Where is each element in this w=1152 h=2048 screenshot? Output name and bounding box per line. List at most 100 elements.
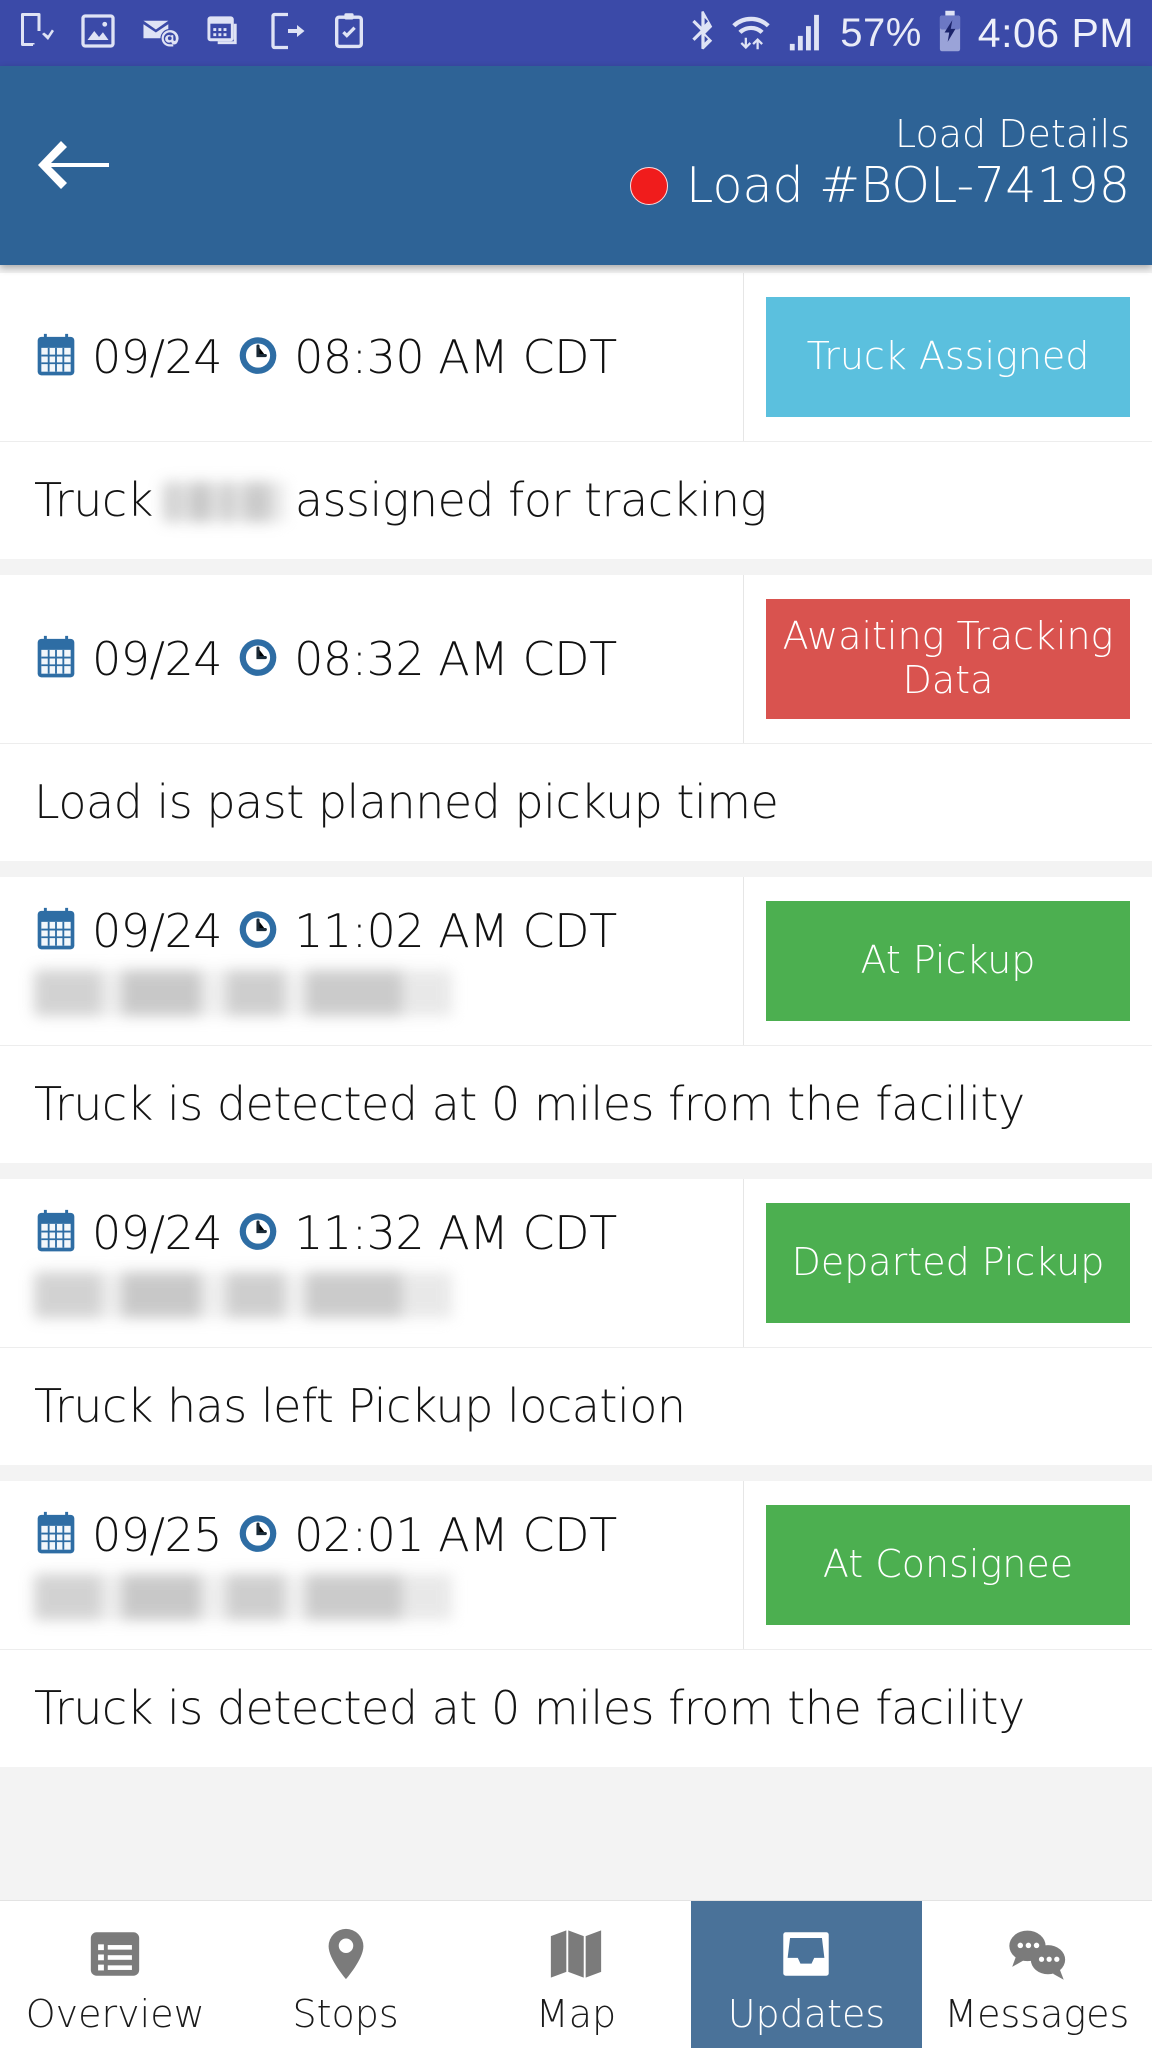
phone-arrow-icon xyxy=(270,11,306,55)
nav-item-label: Messages xyxy=(944,1991,1130,2036)
status-dot-icon xyxy=(630,167,669,206)
event-datetime-block: 09/24 08:30 AM CDT xyxy=(0,273,744,441)
calendar-icon xyxy=(34,1208,78,1258)
event-description: Truck assigned for tracking xyxy=(34,475,767,526)
updates-list[interactable]: 09/24 08:30 AM CDT Truck Assigned Truck assi… xyxy=(0,265,1152,1900)
event-status-cell: At Consignee xyxy=(744,1481,1152,1649)
event-description-row: Load is past planned pickup time xyxy=(0,743,1152,861)
calendar-icon xyxy=(34,634,78,684)
nav-item-stops[interactable]: Stops xyxy=(230,1901,460,2048)
event-date: 09/24 xyxy=(92,904,223,958)
event-datetime-line: 09/24 08:32 AM CDT xyxy=(34,634,743,684)
app-header: Load Details Load #BOL-74198 xyxy=(0,66,1152,265)
clock-icon xyxy=(236,906,280,956)
event-date: 09/24 xyxy=(92,330,223,384)
calendar-icon xyxy=(34,906,78,956)
nav-item-messages[interactable]: Messages xyxy=(922,1901,1152,2048)
app-screen: 57% 4:06 PM Load Details Load #BOL-74198… xyxy=(0,0,1152,2048)
update-event-card[interactable]: 09/24 11:32 AM CDT Departed Pickup Truck ha… xyxy=(0,1179,1152,1465)
clipboard-check-icon xyxy=(332,11,366,55)
event-date: 09/24 xyxy=(92,632,223,686)
event-datetime-block: 09/24 11:32 AM CDT xyxy=(0,1179,744,1347)
folded-map-icon xyxy=(547,1923,605,1985)
event-status-cell: At Pickup xyxy=(744,877,1152,1045)
back-button[interactable] xyxy=(30,123,116,209)
cellular-signal-icon xyxy=(786,10,826,56)
bluetooth-icon xyxy=(690,10,716,56)
event-date: 09/25 xyxy=(92,1508,223,1562)
chat-bubbles-icon xyxy=(1006,1923,1068,1985)
clock-icon xyxy=(236,1208,280,1258)
calendar-icon xyxy=(34,1510,78,1560)
event-description: Truck is detected at 0 miles from the fa… xyxy=(34,1681,1025,1736)
event-datetime-block: 09/24 11:02 AM CDT xyxy=(0,877,744,1045)
clock-icon xyxy=(236,1510,280,1560)
event-description: Truck is detected at 0 miles from the fa… xyxy=(34,1077,1025,1132)
mail-at-icon xyxy=(142,11,180,55)
status-bar: 57% 4:06 PM xyxy=(0,0,1152,66)
update-event-card[interactable]: 09/25 02:01 AM CDT At Consignee Truck is de… xyxy=(0,1481,1152,1767)
clock-icon xyxy=(236,634,280,684)
status-badge[interactable]: At Consignee xyxy=(766,1505,1130,1625)
battery-charging-icon xyxy=(936,9,964,57)
event-time: 11:02 AM CDT xyxy=(294,904,617,958)
event-header-row: 09/25 02:01 AM CDT At Consignee xyxy=(0,1481,1152,1649)
list-overview-icon xyxy=(86,1923,144,1985)
event-datetime-line: 09/24 11:32 AM CDT xyxy=(34,1208,743,1258)
page-subtitle: Load Details xyxy=(895,111,1130,156)
event-time: 08:32 AM CDT xyxy=(294,632,617,686)
nav-item-label: Stops xyxy=(292,1991,399,2036)
nav-item-label: Updates xyxy=(727,1991,886,2036)
event-description-row: Truck is detected at 0 miles from the fa… xyxy=(0,1649,1152,1767)
wifi-transfer-icon xyxy=(730,10,772,56)
nav-item-label: Map xyxy=(535,1991,617,2036)
nav-item-overview[interactable]: Overview xyxy=(0,1901,230,2048)
event-datetime-line: 09/24 11:02 AM CDT xyxy=(34,906,743,956)
clock-icon xyxy=(236,332,280,382)
event-status-cell: Awaiting Tracking Data xyxy=(744,575,1152,743)
redacted-location xyxy=(34,1272,452,1318)
event-description: Load is past planned pickup time xyxy=(34,775,779,830)
nav-item-map[interactable]: Map xyxy=(461,1901,691,2048)
event-header-row: 09/24 11:32 AM CDT Departed Pickup xyxy=(0,1179,1152,1347)
calendar-icon xyxy=(206,11,244,55)
battery-percent-label: 57% xyxy=(840,11,922,55)
update-event-card[interactable]: 09/24 08:30 AM CDT Truck Assigned Truck assi… xyxy=(0,273,1152,559)
status-badge[interactable]: Truck Assigned xyxy=(766,297,1130,417)
status-bar-notifications xyxy=(18,11,366,55)
event-time: 08:30 AM CDT xyxy=(294,330,617,384)
event-description-row: Truck is detected at 0 miles from the fa… xyxy=(0,1045,1152,1163)
event-description: Truck has left Pickup location xyxy=(34,1379,686,1434)
event-header-row: 09/24 08:30 AM CDT Truck Assigned xyxy=(0,273,1152,441)
event-datetime-line: 09/25 02:01 AM CDT xyxy=(34,1510,743,1560)
nav-item-updates[interactable]: Updates xyxy=(691,1901,922,2048)
redacted-location xyxy=(34,1574,452,1620)
map-pin-icon xyxy=(317,1923,375,1985)
event-datetime-line: 09/24 08:30 AM CDT xyxy=(34,332,743,382)
inbox-icon xyxy=(777,1923,835,1985)
event-time: 11:32 AM CDT xyxy=(294,1206,617,1260)
event-date: 09/24 xyxy=(92,1206,223,1260)
event-description-suffix: assigned for tracking xyxy=(294,473,767,528)
event-description-prefix: Truck xyxy=(34,473,153,528)
status-badge[interactable]: Departed Pickup xyxy=(766,1203,1130,1323)
event-description-row: Truck has left Pickup location xyxy=(0,1347,1152,1465)
status-badge[interactable]: Awaiting Tracking Data xyxy=(766,599,1130,719)
event-status-cell: Truck Assigned xyxy=(744,273,1152,441)
status-badge[interactable]: At Pickup xyxy=(766,901,1130,1021)
page-title: Load #BOL-74198 xyxy=(686,157,1130,215)
event-time: 02:01 AM CDT xyxy=(294,1508,617,1562)
nav-item-label: Overview xyxy=(25,1991,205,2036)
page-title-row: Load #BOL-74198 xyxy=(630,159,1130,213)
redacted-location xyxy=(34,970,452,1016)
calendar-icon xyxy=(34,332,78,382)
image-icon xyxy=(80,11,116,55)
update-event-card[interactable]: 09/24 11:02 AM CDT At Pickup Truck is detec… xyxy=(0,877,1152,1163)
update-event-card[interactable]: 09/24 08:32 AM CDT Awaiting Tracking Data L… xyxy=(0,575,1152,861)
event-status-cell: Departed Pickup xyxy=(744,1179,1152,1347)
clock-label: 4:06 PM xyxy=(977,9,1134,56)
tablet-download-icon xyxy=(18,11,54,55)
header-titles: Load Details Load #BOL-74198 xyxy=(630,111,1130,218)
redacted-truck-id xyxy=(162,482,285,523)
event-datetime-block: 09/25 02:01 AM CDT xyxy=(0,1481,744,1649)
